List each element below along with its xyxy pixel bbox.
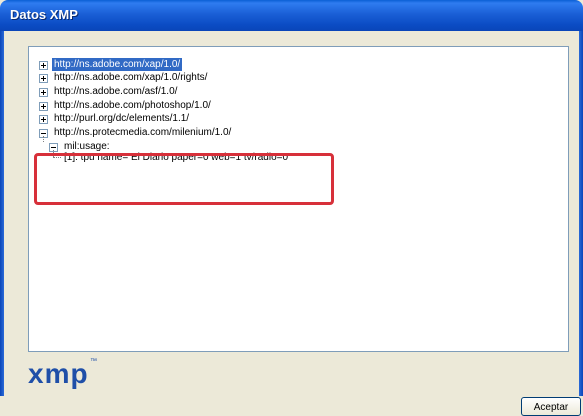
expand-icon[interactable]	[39, 102, 48, 111]
tree-node-label[interactable]: http://ns.protecmedia.com/milenium/1.0/	[54, 126, 231, 139]
highlight-annotation	[34, 153, 334, 205]
tree-node-label[interactable]: http://purl.org/dc/elements/1.1/	[54, 112, 189, 125]
accept-button[interactable]: Aceptar	[521, 397, 581, 416]
tree-connector	[43, 136, 44, 142]
expand-icon[interactable]	[39, 115, 48, 124]
tree-node-label[interactable]: http://ns.adobe.com/xap/1.0/rights/	[54, 71, 207, 84]
dialog-body: http://ns.adobe.com/xap/1.0/ http://ns.a…	[4, 31, 581, 416]
xmp-logo: xmp	[28, 358, 89, 389]
window-frame-right	[579, 31, 583, 396]
tree-node-label[interactable]: http://ns.adobe.com/xap/1.0/	[52, 58, 183, 71]
expand-icon[interactable]	[39, 88, 48, 97]
expand-icon[interactable]	[39, 61, 48, 70]
tree-node-label[interactable]: http://ns.adobe.com/asf/1.0/	[54, 85, 177, 98]
expand-icon[interactable]	[39, 74, 48, 83]
window-title: Datos XMP	[10, 7, 78, 22]
trademark-mark: ™	[90, 358, 97, 365]
title-bar[interactable]: Datos XMP	[0, 0, 583, 31]
tree-node-label[interactable]: http://ns.adobe.com/photoshop/1.0/	[54, 99, 211, 112]
